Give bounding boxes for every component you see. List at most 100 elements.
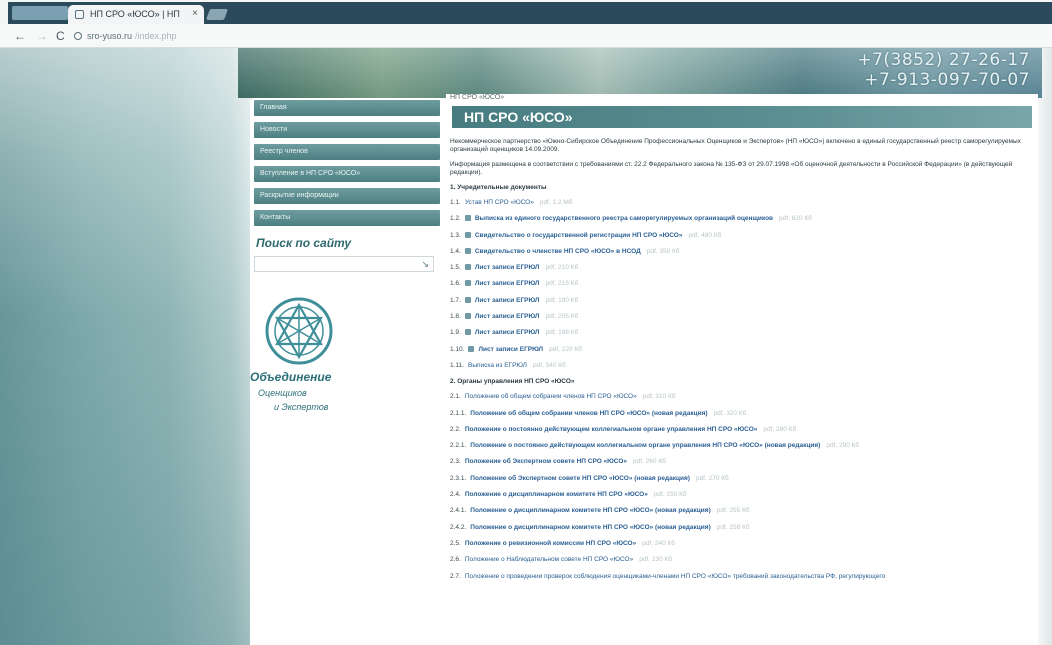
pdf-file-icon <box>464 313 471 320</box>
document-link[interactable]: Положение о дисциплинарном комитете НП С… <box>470 524 711 531</box>
document-meta: pdf, 270 Кб <box>695 474 729 482</box>
search-input[interactable]: ↘ <box>254 256 434 272</box>
url-field[interactable]: sro-yuso.ru/index.php <box>74 29 314 44</box>
reload-icon[interactable]: C <box>56 29 65 43</box>
document-number: 1.8. <box>450 313 461 321</box>
document-meta: pdf, 350 Кб <box>646 247 680 255</box>
tab-strip: НП СРО «ЮСО» | НП × <box>8 2 1052 24</box>
browser-window: НП СРО «ЮСО» | НП × ← → C sro-yuso.ru/in… <box>0 0 1052 645</box>
close-icon[interactable]: × <box>192 8 198 19</box>
sidebar-menu-item[interactable]: Главная <box>254 100 440 116</box>
window-controls[interactable] <box>12 6 68 20</box>
title-bar: НП СРО «ЮСО» <box>452 106 1032 128</box>
document-link[interactable]: Свидетельство о членстве НП СРО «ЮСО» в … <box>475 248 641 255</box>
document-row: 2.4.2. Положение о дисциплинарном комитет… <box>450 524 1034 532</box>
document-meta: pdf, 240 Кб <box>642 539 676 547</box>
address-bar-row: ← → C sro-yuso.ru/index.php <box>0 24 1052 48</box>
document-number: 2.1.1. <box>450 409 467 417</box>
document-row: 1.8. Лист записи ЕГРЮЛ pdf, 205 Кб <box>450 313 1034 321</box>
url-path: /index.php <box>135 31 177 41</box>
document-number: 1.6. <box>450 280 461 288</box>
document-link[interactable]: Устав НП СРО «ЮСО» <box>465 199 534 206</box>
sidebar-menu-item[interactable]: Контакты <box>254 210 440 226</box>
pdf-file-icon <box>464 296 471 303</box>
url-domain: sro-yuso.ru <box>87 31 133 41</box>
phone-number-1: +7(3852) 27-26-17 <box>857 50 1030 70</box>
document-number: 2.2. <box>450 425 461 433</box>
document-link[interactable]: Положение об общем собрании членов НП СР… <box>470 410 707 417</box>
document-link[interactable]: Положение об Экспертном совете НП СРО «Ю… <box>465 458 627 465</box>
document-list-1: 1.1. Устав НП СРО «ЮСО» pdf, 1.2 Мб 1.2. Вып… <box>450 199 1034 370</box>
document-link[interactable]: Положение о постоянно действующем коллег… <box>470 442 820 449</box>
sidebar-menu-item[interactable]: Новости <box>254 122 440 138</box>
document-meta: pdf, 198 Кб <box>545 329 579 337</box>
document-row: 1.7. Лист записи ЕГРЮЛ pdf, 190 Кб <box>450 296 1034 305</box>
forward-arrow-icon[interactable]: → <box>36 29 48 43</box>
document-number: 2.4. <box>450 491 461 499</box>
document-row: 2.2. Положение о постоянно действующем ко… <box>450 426 1034 434</box>
document-link[interactable]: Лист записи ЕГРЮЛ <box>475 313 540 320</box>
document-link[interactable]: Свидетельство о государственной регистра… <box>475 232 683 239</box>
pdf-file-icon <box>464 247 471 254</box>
document-row: 2.1.1. Положение об общем собрании членов… <box>450 410 1034 418</box>
document-meta: pdf, 230 Кб <box>639 556 673 564</box>
document-row: 1.5. Лист записи ЕГРЮЛ pdf, 210 Кб <box>450 264 1034 272</box>
document-link[interactable]: Лист записи ЕГРЮЛ <box>475 297 540 304</box>
sidebar-menu-item[interactable]: Реестр членов <box>254 144 440 160</box>
document-row: 2.3.1. Положение об Экспертном совете НП … <box>450 475 1034 483</box>
document-meta: pdf, 205 Кб <box>545 313 579 321</box>
brand-subtitle-2: и Экспертов <box>274 402 329 412</box>
brand-name: Объединение <box>250 370 332 384</box>
document-link[interactable]: Положение о постоянно действующем коллег… <box>465 426 758 433</box>
document-row: 2.5. Положение о ревизионной комиссии НП … <box>450 540 1034 548</box>
document-link[interactable]: Положение о дисциплинарном комитете НП С… <box>470 507 711 514</box>
main-menu: Главная Новости Реестр членов Вступление в … <box>254 100 440 232</box>
document-number: 1.9. <box>450 329 461 337</box>
document-row: 2.4. Положение о дисциплинарном комитете … <box>450 491 1034 499</box>
intro-paragraph: Некоммерческое партнерство «Южно-Сибирск… <box>450 138 1021 153</box>
document-number: 2.7. <box>450 572 461 580</box>
document-number: 2.2.1. <box>450 442 467 450</box>
document-link[interactable]: Положение о дисциплинарном комитете НП С… <box>465 491 648 498</box>
browser-tab[interactable]: НП СРО «ЮСО» | НП × <box>68 5 204 24</box>
document-link[interactable]: Лист записи ЕГРЮЛ <box>475 280 540 287</box>
document-link[interactable]: Выписка из единого государственного реес… <box>475 215 773 222</box>
document-link[interactable]: Лист записи ЕГРЮЛ <box>475 264 540 271</box>
search-title: Поиск по сайту <box>256 236 352 250</box>
document-link[interactable]: Положение об общем собрании членов НП СР… <box>465 393 637 400</box>
document-row: 2.1. Положение об общем собрании членов Н… <box>450 393 1034 401</box>
document-meta: pdf, 220 Кб <box>549 345 582 353</box>
document-number: 1.11. <box>450 361 464 369</box>
brand-subtitle-1: Оценщиков <box>258 388 307 398</box>
document-link[interactable]: Положение о Наблюдательном совете НП СРО… <box>465 556 633 563</box>
document-number: 2.6. <box>450 556 461 564</box>
document-meta: pdf, 260 Кб <box>633 458 666 466</box>
logo-emblem-icon <box>265 297 333 365</box>
document-number: 2.5. <box>450 539 461 547</box>
document-number: 1.7. <box>450 296 461 304</box>
document-list-2: 2.1. Положение об общем собрании членов Н… <box>450 393 1034 580</box>
document-row: 1.11. Выписка из ЕГРЮЛ pdf, 540 Кб <box>450 362 1034 370</box>
document-link[interactable]: Положение об Экспертном совете НП СРО «Ю… <box>470 475 690 482</box>
document-link[interactable]: Лист записи ЕГРЮЛ <box>475 329 540 336</box>
document-number: 1.4. <box>450 247 461 255</box>
document-meta: pdf, 1.2 Мб <box>539 199 573 206</box>
document-meta: pdf, 215 Кб <box>545 280 579 288</box>
document-number: 2.4.2. <box>450 523 467 531</box>
document-row: 2.7. Положение о проведении проверок собл… <box>450 573 1034 581</box>
document-link[interactable]: Положение о ревизионной комиссии НП СРО … <box>465 540 636 547</box>
new-tab-button[interactable] <box>205 9 229 20</box>
document-link[interactable]: Лист записи ЕГРЮЛ <box>478 346 543 353</box>
search-icon[interactable]: ↘ <box>421 259 429 270</box>
document-row: 1.1. Устав НП СРО «ЮСО» pdf, 1.2 Мб <box>450 199 1034 207</box>
document-link[interactable]: Выписка из ЕГРЮЛ <box>468 362 527 369</box>
document-row: 1.9. Лист записи ЕГРЮЛ pdf, 198 Кб <box>450 329 1034 337</box>
breadcrumb[interactable]: НП СРО «ЮСО» <box>450 94 504 101</box>
sidebar-menu-item[interactable]: Вступление в НП СРО «ЮСО» <box>254 166 440 182</box>
document-meta: pdf, 310 Кб <box>642 393 676 401</box>
site-info-icon[interactable] <box>74 32 82 40</box>
pdf-file-icon <box>464 329 471 336</box>
sidebar-menu-item[interactable]: Раскрытие информации <box>254 188 440 204</box>
back-arrow-icon[interactable]: ← <box>14 29 26 43</box>
document-link[interactable]: Положение о проведении проверок соблюден… <box>465 573 885 580</box>
